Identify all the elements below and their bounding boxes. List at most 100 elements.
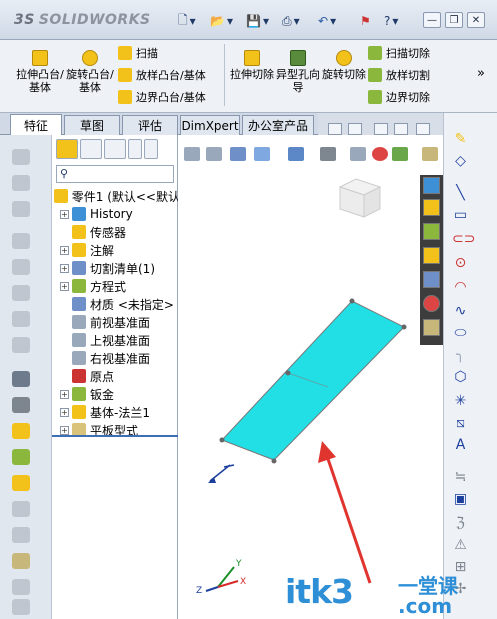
traffic-light-button[interactable]: ⚑ xyxy=(360,12,371,30)
text-icon[interactable]: A xyxy=(452,437,469,453)
viewport-close-button[interactable] xyxy=(416,123,430,135)
tab-sketch[interactable]: 草图 xyxy=(64,115,120,135)
extrude-boss-button[interactable]: 拉伸凸台/基体 xyxy=(14,50,66,94)
tree-item[interactable]: +材质 <未指定> xyxy=(60,295,186,313)
property-manager-tab[interactable] xyxy=(80,139,102,159)
open-button[interactable]: 📂 ▾ xyxy=(210,12,233,30)
pattern-icon[interactable] xyxy=(12,371,30,387)
lofted-cut-button[interactable]: 放样切割 xyxy=(368,66,430,84)
rib-icon[interactable] xyxy=(12,201,30,217)
scroll-left-button[interactable] xyxy=(128,139,142,159)
save-button[interactable]: 💾 ▾ xyxy=(246,12,269,30)
scroll-right-button[interactable] xyxy=(144,139,158,159)
chamfer-icon[interactable] xyxy=(12,175,30,191)
centerline-icon[interactable]: ⧅ xyxy=(452,415,469,431)
tree-item[interactable]: +右视基准面 xyxy=(60,349,186,367)
restore-button[interactable]: ❐ xyxy=(445,12,463,28)
delete-body-icon[interactable] xyxy=(12,599,30,615)
reference-geometry-icon[interactable] xyxy=(12,397,30,413)
tree-item[interactable]: +原点 xyxy=(60,367,186,385)
expand-toggle[interactable]: + xyxy=(60,407,69,417)
tree-item[interactable]: +上视基准面 xyxy=(60,331,186,349)
combine-icon[interactable] xyxy=(12,553,30,569)
move-face-icon[interactable] xyxy=(12,501,30,517)
loft-boss-button[interactable]: 放样凸台/基体 xyxy=(118,66,206,84)
undo-button[interactable]: ↶ ▾ xyxy=(318,12,336,30)
tree-item[interactable]: + 钣金 xyxy=(60,385,186,403)
smart-dimension-icon[interactable]: ◇ xyxy=(452,153,469,169)
shell-icon[interactable] xyxy=(12,259,30,275)
mirror-sketch-icon[interactable]: ⚠ xyxy=(452,537,469,553)
tree-item[interactable]: +传感器 xyxy=(60,223,186,241)
minimize-button[interactable]: — xyxy=(423,12,441,28)
tab-office-products[interactable]: 办公室产品 xyxy=(242,115,314,135)
circle-icon[interactable]: ⊙ xyxy=(452,255,469,271)
extrude-cut-button[interactable]: 拉伸切除 xyxy=(226,50,278,81)
expand-toggle[interactable]: + xyxy=(60,245,69,255)
line-icon[interactable]: ╲ xyxy=(452,185,469,201)
rectangle-icon[interactable]: ▭ xyxy=(452,207,469,223)
viewport-tile-button[interactable] xyxy=(328,123,342,135)
polygon-icon[interactable]: ⬡ xyxy=(452,369,469,385)
split-icon[interactable] xyxy=(12,475,30,491)
viewport-minimize-button[interactable] xyxy=(374,123,388,135)
tree-item[interactable]: + 基体-法兰1 xyxy=(60,403,186,421)
new-document-button[interactable]: 🗋 ▾ xyxy=(178,12,196,30)
sketch-icon[interactable]: ✎ xyxy=(452,131,469,147)
expand-toggle[interactable]: + xyxy=(60,281,69,291)
tab-evaluate[interactable]: 评估 xyxy=(122,115,178,135)
spline-icon[interactable]: ∿ xyxy=(452,303,469,319)
intersect-icon[interactable] xyxy=(12,579,30,595)
tree-item[interactable]: +前视基准面 xyxy=(60,313,186,331)
sweep-button[interactable]: 扫描 xyxy=(118,44,158,62)
curves-icon[interactable] xyxy=(12,423,30,439)
tab-dimxpert[interactable]: DimXpert xyxy=(180,115,240,135)
tree-filter[interactable]: ⚲ xyxy=(56,165,174,183)
arc-icon[interactable]: ◠ xyxy=(452,279,469,295)
tree-item[interactable]: + History xyxy=(60,205,186,223)
mirror-icon[interactable] xyxy=(12,337,30,353)
dome-icon[interactable] xyxy=(12,311,30,327)
part-icon xyxy=(54,189,68,203)
tree-rollback-bar[interactable] xyxy=(52,435,178,437)
ellipse-icon[interactable]: ⬭ xyxy=(452,325,469,341)
point-icon[interactable]: ✳ xyxy=(452,393,469,409)
viewport-tile2-button[interactable] xyxy=(348,123,362,135)
convert-entities-icon[interactable]: ▣ xyxy=(452,491,469,507)
help-button[interactable]: ? ▾ xyxy=(384,12,398,30)
configuration-manager-tab[interactable] xyxy=(104,139,126,159)
swept-cut-button[interactable]: 扫描切除 xyxy=(368,44,430,62)
fillet-icon[interactable] xyxy=(12,149,30,165)
fillet-sketch-icon[interactable]: ╮ xyxy=(452,347,469,363)
trim-icon[interactable]: ≒ xyxy=(452,469,469,485)
tree-root[interactable]: 零件1 (默认<<默认 xyxy=(54,187,180,205)
offset-icon[interactable]: ℨ xyxy=(452,515,469,531)
boundary-boss-button[interactable]: 边界凸台/基体 xyxy=(118,88,206,106)
more-commands-button[interactable]: » xyxy=(477,64,485,82)
vertex xyxy=(285,370,291,376)
hole-wizard-button[interactable]: 异型孔向导 xyxy=(272,50,324,94)
feature-manager-tab[interactable] xyxy=(56,139,78,159)
revolve-boss-button[interactable]: 旋转凸台/基体 xyxy=(64,50,116,94)
boundary-cut-button[interactable]: 边界切除 xyxy=(368,88,430,106)
tree-item[interactable]: + 切割清单(1) xyxy=(60,259,186,277)
draft-icon[interactable] xyxy=(12,233,30,249)
slot-icon[interactable]: ⊂⊃ xyxy=(452,231,475,247)
print-button[interactable]: ⎙ ▾ xyxy=(282,12,300,30)
expand-toggle[interactable]: + xyxy=(60,209,69,219)
close-button[interactable]: ✕ xyxy=(467,12,485,28)
tree-item[interactable]: + 注解 xyxy=(60,241,186,259)
expand-toggle[interactable]: + xyxy=(60,425,69,435)
graphics-area[interactable]: Y X Z xyxy=(178,123,443,619)
wrap-icon[interactable] xyxy=(12,285,30,301)
expand-toggle[interactable]: + xyxy=(60,389,69,399)
instant3d-icon[interactable] xyxy=(12,449,30,465)
sheet-metal-part[interactable] xyxy=(221,300,405,461)
revolve-cut-button[interactable]: 旋转切除 xyxy=(318,50,370,81)
tab-features[interactable]: 特征 xyxy=(10,114,62,135)
tree-item[interactable]: + 方程式 xyxy=(60,277,186,295)
scale-icon[interactable] xyxy=(12,527,30,543)
view-cube[interactable] xyxy=(338,178,382,218)
expand-toggle[interactable]: + xyxy=(60,263,69,273)
viewport-restore-button[interactable] xyxy=(394,123,408,135)
